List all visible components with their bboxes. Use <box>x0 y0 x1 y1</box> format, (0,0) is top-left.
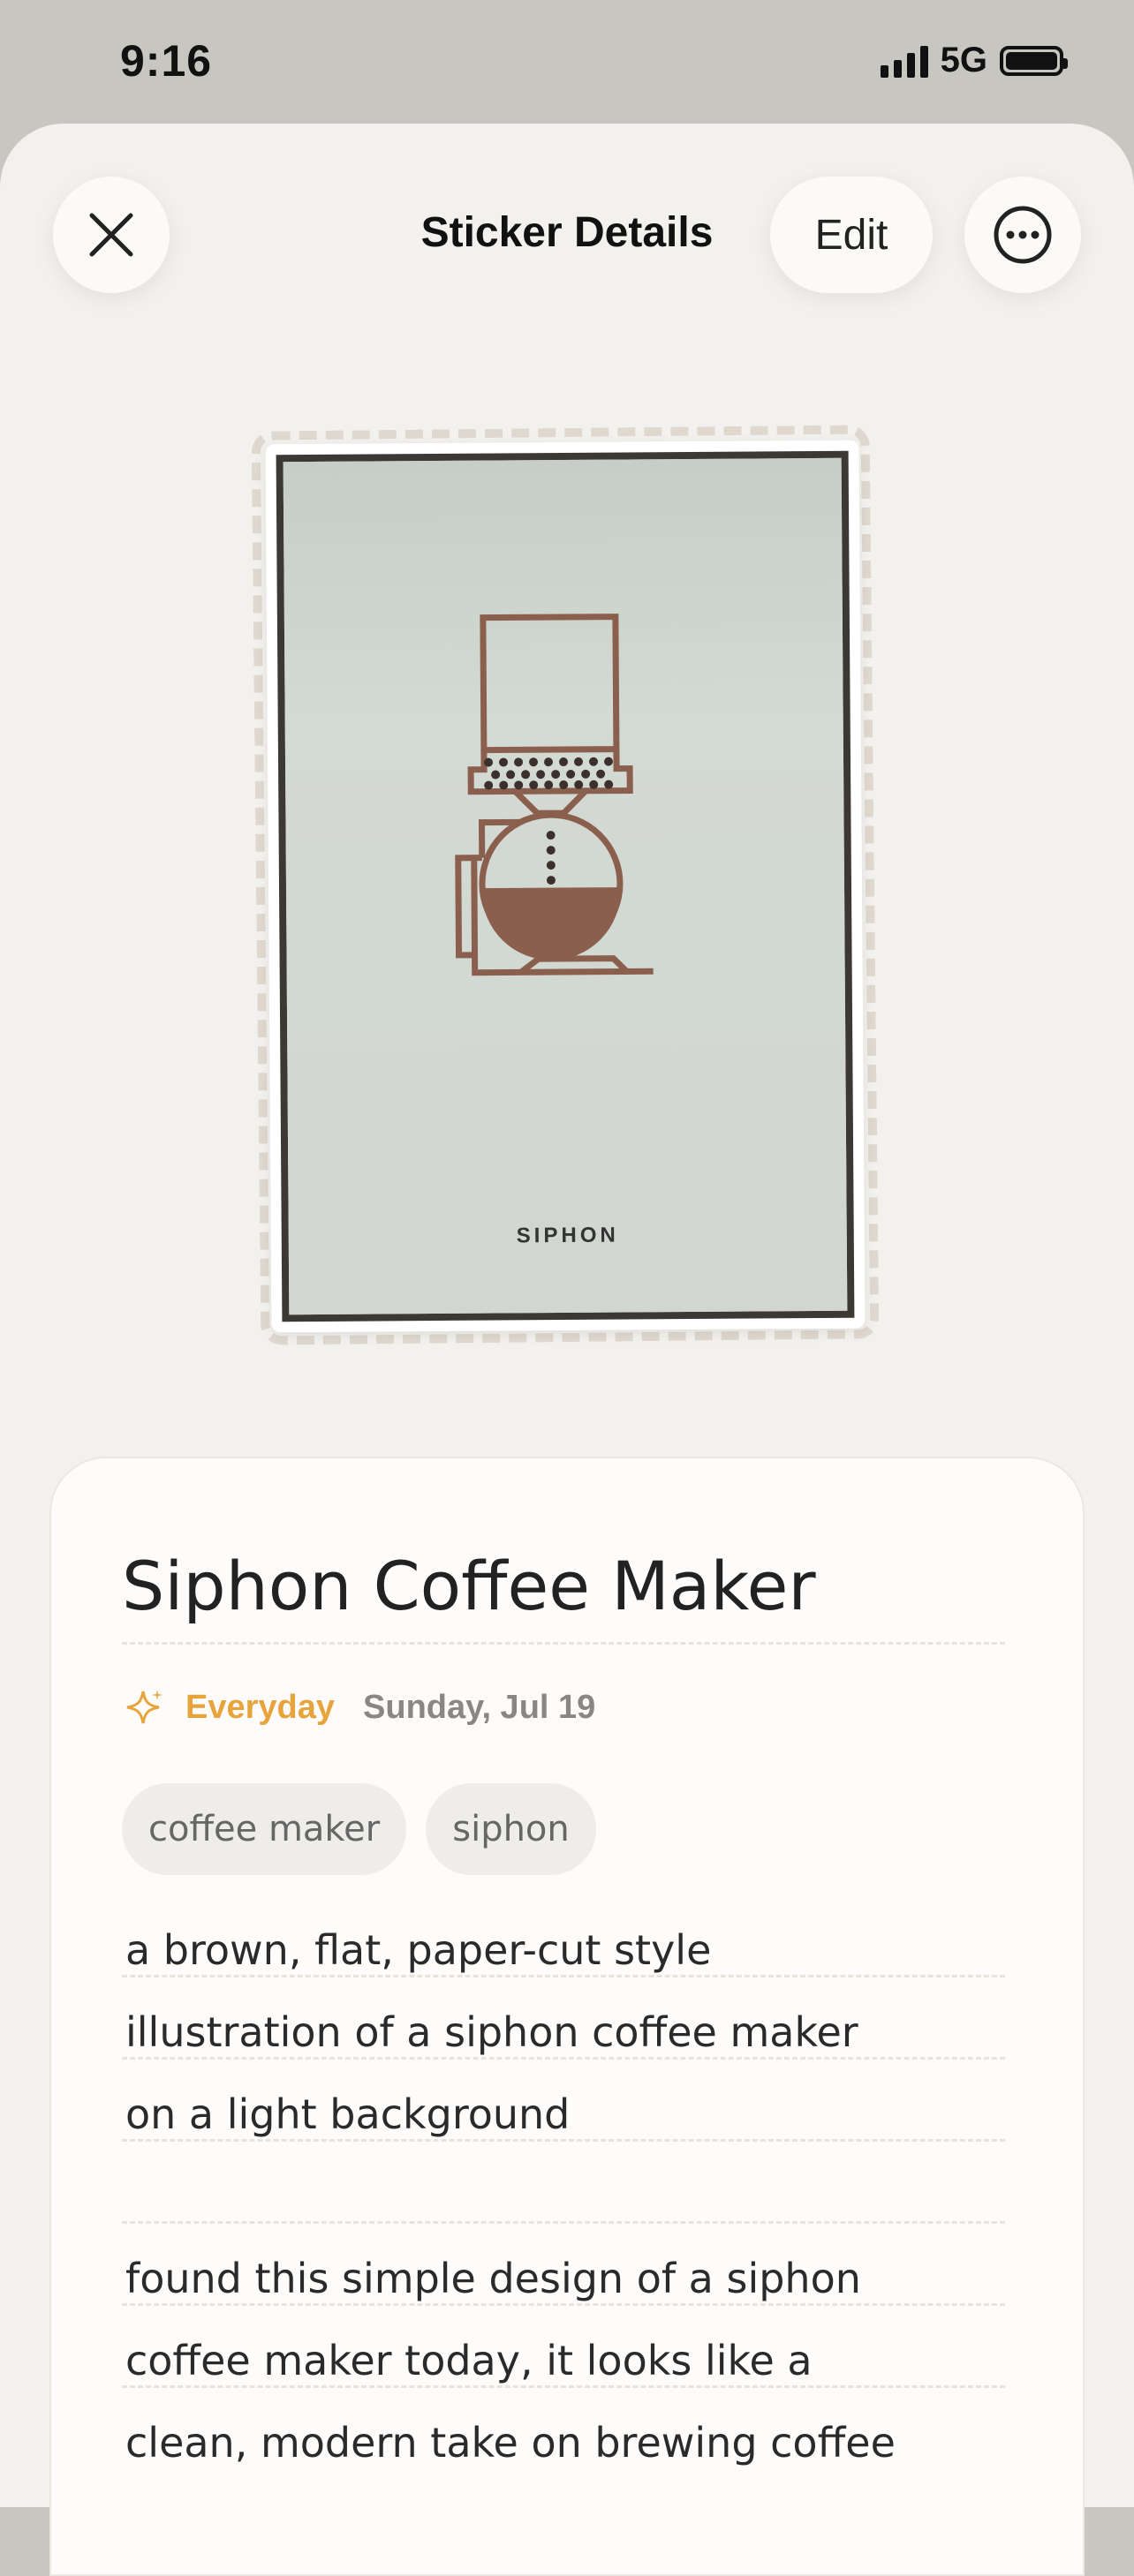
tag-list: coffee maker siphon <box>122 1783 596 1875</box>
cellular-signal-icon <box>880 44 928 78</box>
sticker-caption: SIPHON <box>516 1223 619 1248</box>
battery-icon <box>1000 45 1068 76</box>
picture-frame: SIPHON <box>276 450 855 1322</box>
status-time: 9:16 <box>120 36 213 86</box>
frame-canvas: SIPHON <box>283 457 848 1315</box>
details-card: Siphon Coffee Maker Everyday Sunday, Jul… <box>49 1457 1085 2576</box>
divider <box>122 2303 1005 2306</box>
divider <box>122 1975 1005 1977</box>
date-label: Sunday, Jul 19 <box>363 1688 596 1726</box>
divider <box>122 2057 1005 2060</box>
sparkle-icon <box>126 1690 163 1724</box>
divider <box>122 2385 1005 2388</box>
description-line: illustration of a siphon coffee maker <box>125 2008 858 2056</box>
tag-chip[interactable]: siphon <box>426 1783 596 1875</box>
divider <box>122 2221 1005 2224</box>
divider <box>122 2139 1005 2142</box>
note-line: clean, modern take on brewing coffee <box>125 2419 896 2467</box>
note-line: coffee maker today, it looks like a <box>125 2337 813 2384</box>
meta-row: Everyday Sunday, Jul 19 <box>125 1688 595 1727</box>
network-type: 5G <box>940 41 987 79</box>
divider <box>122 1642 1005 1645</box>
sticker-details-sheet: Sticker Details Edit SIPHON Siphon Coffe… <box>0 124 1134 2576</box>
page-title: Sticker Details <box>420 209 714 256</box>
category-label[interactable]: Everyday <box>185 1689 335 1727</box>
status-bar: 9:16 5G <box>0 0 1134 124</box>
siphon-illustration <box>455 614 654 976</box>
description-line: a brown, flat, paper-cut style <box>125 1926 712 1974</box>
more-options-button[interactable] <box>964 177 1081 293</box>
status-indicators: 5G <box>880 41 1068 80</box>
description-line: on a light background <box>125 2090 571 2138</box>
sticker-image[interactable]: SIPHON <box>251 425 880 1345</box>
note-line: found this simple design of a siphon <box>125 2255 861 2302</box>
sticker-title[interactable]: Siphon Coffee Maker <box>122 1547 816 1625</box>
ellipsis-icon <box>994 206 1052 264</box>
edit-button[interactable]: Edit <box>770 177 933 293</box>
tag-chip[interactable]: coffee maker <box>122 1783 407 1875</box>
